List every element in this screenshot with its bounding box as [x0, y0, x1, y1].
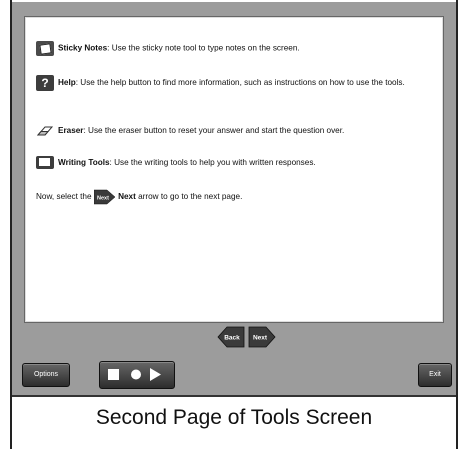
sticky-notes-icon	[36, 41, 54, 56]
instruction-next-word: Next	[118, 192, 136, 202]
next-button-label: Next	[253, 335, 268, 342]
tool-row-sticky-notes: Sticky Notes: Use the sticky note tool t…	[36, 41, 434, 56]
back-button-label: Back	[224, 335, 240, 342]
stop-icon[interactable]	[108, 369, 119, 380]
back-button[interactable]: Back	[217, 325, 245, 349]
tool-desc: : Use the help button to find more infor…	[75, 78, 405, 88]
test-app-window: Sticky Notes: Use the sticky note tool t…	[12, 2, 456, 397]
record-icon[interactable]	[131, 369, 141, 380]
bottom-toolbar: Options Exit	[12, 355, 456, 395]
tool-name: Sticky Notes	[58, 43, 108, 53]
instruction-suffix: arrow to go to the next page.	[138, 192, 243, 202]
tool-row-eraser: Eraser: Use the eraser button to reset y…	[36, 124, 434, 137]
help-icon: ?	[36, 75, 54, 91]
tool-name: Eraser	[58, 126, 84, 135]
next-arrow-label: Next	[97, 196, 109, 202]
writing-tools-icon	[36, 156, 54, 170]
figure-caption: Second Page of Tools Screen	[95, 406, 373, 429]
tool-name: Writing Tools	[58, 158, 110, 167]
tool-desc: : Use the eraser button to reset your an…	[83, 126, 345, 135]
instruction-text: Now, select the Next Next arrow to go to…	[36, 189, 434, 205]
tool-desc: : Use the writing tools to help you with…	[109, 158, 316, 167]
tool-row-help: ? Help: Use the help button to find more …	[36, 75, 434, 91]
tool-name: Help	[58, 78, 76, 88]
exit-button[interactable]: Exit	[418, 363, 452, 387]
play-icon[interactable]	[150, 368, 161, 381]
content-panel: Sticky Notes: Use the sticky note tool t…	[24, 16, 444, 323]
next-arrow-icon: Next	[93, 189, 116, 205]
tool-row-writing-tools: Writing Tools: Use the writing tools to …	[36, 156, 434, 170]
media-controls	[99, 361, 175, 389]
tool-desc: : Use the sticky note tool to type notes…	[107, 43, 300, 53]
eraser-icon	[36, 125, 54, 137]
instruction-prefix: Now, select the	[36, 192, 92, 202]
options-button[interactable]: Options	[22, 363, 70, 387]
next-button[interactable]: Next	[248, 325, 276, 349]
